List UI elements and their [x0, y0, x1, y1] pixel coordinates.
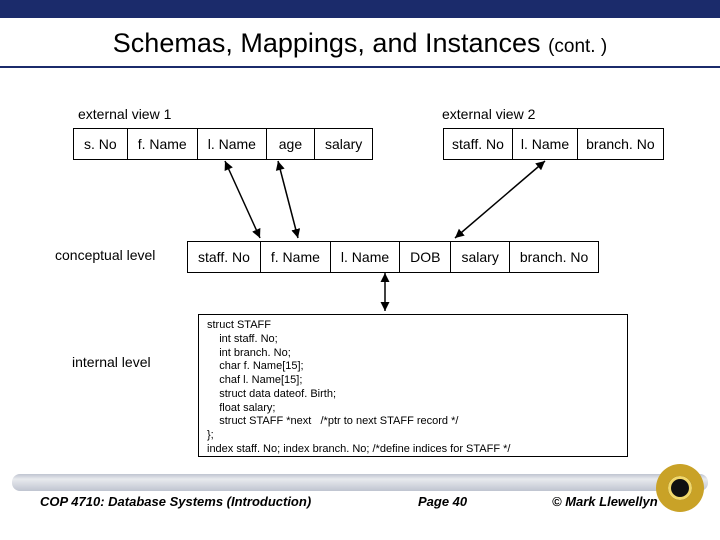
code-l6: float salary;	[207, 402, 275, 414]
code-l8: };	[207, 429, 214, 441]
code-l2: int branch. No;	[207, 347, 291, 359]
code-l9: index staff. No; index branch. No; /*def…	[207, 443, 510, 455]
title-bar-top	[0, 0, 720, 18]
conc-col-salary: salary	[451, 242, 509, 272]
title-text: Schemas, Mappings, and Instances	[113, 28, 541, 58]
label-external-view-2: external view 2	[442, 106, 535, 122]
slide: Schemas, Mappings, and Instances (cont. …	[0, 0, 720, 540]
ext1-col-salary: salary	[315, 129, 372, 159]
code-l7: struct STAFF *next /*ptr to next STAFF r…	[207, 415, 458, 427]
ext2-col-branchno: branch. No	[578, 129, 662, 159]
code-l5: struct data dateof. Birth;	[207, 388, 336, 400]
footer-right: © Mark Llewellyn	[552, 494, 658, 509]
label-external-view-1: external view 1	[78, 106, 171, 122]
conceptual-table: staff. No f. Name l. Name DOB salary bra…	[187, 241, 599, 273]
code-l0: struct STAFF	[207, 319, 271, 331]
conc-col-lname: l. Name	[331, 242, 400, 272]
title-cont: (cont. )	[548, 36, 607, 57]
footer-page: Page 40	[418, 494, 467, 509]
code-l1: int staff. No;	[207, 333, 278, 345]
ucf-logo-icon	[656, 464, 704, 512]
code-l4: chaf l. Name[15];	[207, 374, 302, 386]
label-internal-level: internal level	[72, 354, 151, 370]
ext1-col-lname: l. Name	[198, 129, 267, 159]
ext2-col-staffno: staff. No	[444, 129, 513, 159]
title-bar-bottom	[0, 66, 720, 68]
internal-struct-box: struct STAFF int staff. No; int branch. …	[198, 314, 628, 457]
conc-col-fname: f. Name	[261, 242, 331, 272]
ext2-col-lname: l. Name	[513, 129, 578, 159]
label-conceptual-level: conceptual level	[55, 247, 155, 263]
slide-title: Schemas, Mappings, and Instances (cont. …	[0, 28, 720, 59]
ext1-col-fname: f. Name	[128, 129, 198, 159]
ext1-col-sno: s. No	[74, 129, 128, 159]
footer-bar	[12, 474, 708, 491]
external-view-2-table: staff. No l. Name branch. No	[443, 128, 664, 160]
ext1-col-age: age	[267, 129, 315, 159]
conc-col-branchno: branch. No	[510, 242, 598, 272]
code-l3: char f. Name[15];	[207, 360, 304, 372]
conc-col-dob: DOB	[400, 242, 451, 272]
conc-col-staffno: staff. No	[188, 242, 261, 272]
external-view-1-table: s. No f. Name l. Name age salary	[73, 128, 373, 160]
footer-left: COP 4710: Database Systems (Introduction…	[40, 494, 311, 509]
footer: COP 4710: Database Systems (Introduction…	[0, 494, 720, 516]
